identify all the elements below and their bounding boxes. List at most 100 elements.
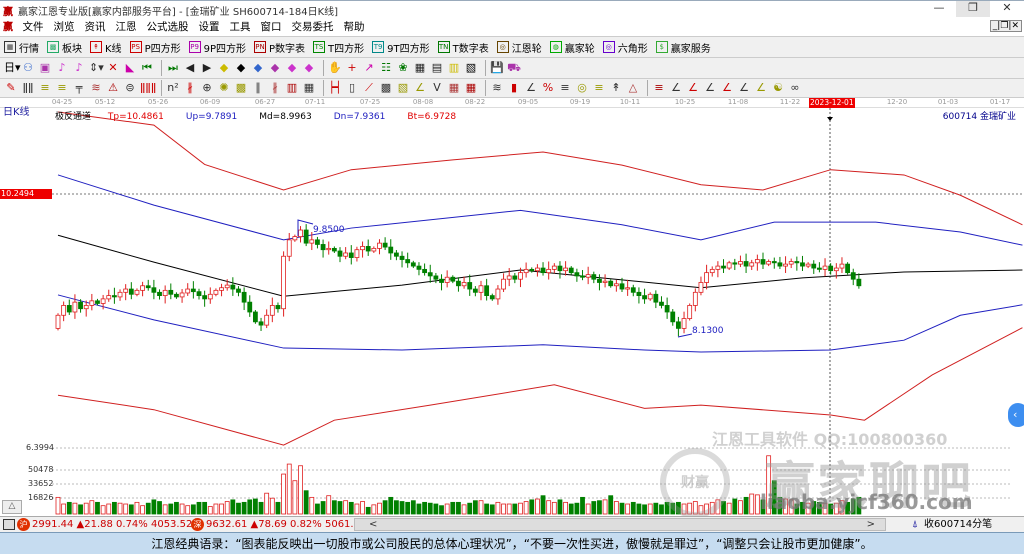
tick-detail-icon: ⍋ (912, 519, 918, 530)
volume-bar (444, 503, 450, 515)
candle-body (185, 288, 191, 294)
candle-body (551, 265, 557, 270)
volume-bar (281, 473, 287, 515)
volume-bar (140, 505, 146, 515)
volume-bar (219, 503, 224, 515)
volume-tick: 16826 (28, 493, 54, 502)
horizontal-scrollbar[interactable]: < > (354, 518, 886, 531)
candle-body (676, 321, 681, 329)
volume-bar (439, 505, 444, 515)
indicator-param: Md=8.9963 (259, 112, 312, 122)
candle-body (563, 267, 568, 272)
volume-bar (213, 503, 219, 515)
volume-bar (55, 496, 61, 515)
quote-banner: 江恩经典语录：“图表能反映出一切股市或公司股民的总体心理状况”，“不要一次性买进… (0, 532, 1024, 554)
candle-body (732, 262, 738, 265)
candle-body (427, 272, 433, 277)
high-price-label: 9.8500 (313, 225, 345, 235)
candle-body (817, 267, 822, 270)
volume-bar (331, 500, 337, 515)
volume-bar (207, 506, 213, 515)
volume-bar (185, 505, 191, 515)
cursor-date-tag: 2023-12-01 (809, 98, 855, 108)
candle-body (619, 283, 625, 290)
indicator-legend: 极反通道 Tp=10.4861 Up=9.7891 Md=8.9963 Dn=7.93… (55, 109, 478, 122)
candle-body (405, 259, 411, 264)
volume-bar (489, 504, 495, 515)
volume-bar (512, 503, 518, 515)
candle-body (410, 262, 416, 267)
volume-bar (151, 499, 157, 515)
volume-bar (252, 498, 258, 515)
band-line-tp (57, 111, 1023, 226)
volume-bar (427, 502, 433, 515)
candle-body (822, 265, 828, 270)
candle-body (168, 289, 174, 295)
candle-body (670, 311, 676, 323)
volume-bar (78, 504, 83, 515)
volume-bar (72, 502, 78, 515)
candle-body (123, 288, 129, 293)
candle-body (95, 300, 100, 304)
candle-body (224, 284, 230, 289)
tick-detail-link[interactable]: 收600714分笔 (924, 517, 992, 532)
volume-bar (580, 496, 585, 515)
volume-bar (551, 501, 557, 515)
candle-body (377, 242, 382, 249)
candle-body (845, 263, 850, 274)
volume-bar (315, 503, 320, 515)
candle-body (252, 311, 258, 323)
candle-body (286, 239, 292, 257)
candle-body (55, 314, 61, 329)
volume-bar (585, 503, 591, 515)
candle-body (608, 280, 614, 287)
candle-body (456, 280, 461, 287)
indicator-param: Tp=10.4861 (107, 112, 164, 122)
volume-bar (371, 504, 377, 515)
calculator-icon[interactable] (3, 519, 15, 530)
candle-body (653, 293, 659, 303)
volume-bar (613, 501, 619, 515)
sh-index-quote: 2991.44 ▲21.88 0.74% 4053.52亿 (32, 519, 203, 530)
candle-body (777, 262, 783, 267)
candle-body (523, 268, 529, 274)
candle-body (630, 287, 636, 293)
candle-body (754, 259, 760, 264)
candle-body (66, 305, 72, 313)
volume-bar (309, 496, 315, 515)
candle-body (326, 247, 332, 251)
collapse-panel-button[interactable]: △ (2, 500, 22, 514)
volume-bar (298, 465, 303, 515)
bottom-price-label: 6.3994 (26, 443, 54, 452)
candle-body (388, 246, 394, 254)
candle-body (343, 252, 349, 257)
volume-bar (647, 503, 653, 515)
candle-body (354, 249, 360, 258)
volume-bar (557, 499, 563, 515)
side-panel-toggle[interactable]: ‹ (1008, 403, 1024, 427)
volume-bar (456, 501, 461, 515)
volume-bar (360, 501, 365, 515)
candle-body (535, 267, 540, 272)
sz-index-badge: 深 (191, 518, 204, 531)
volume-bar (461, 504, 467, 515)
volume-bar (134, 501, 140, 515)
candle-body (833, 267, 839, 272)
candle-body (805, 263, 811, 267)
volume-bar (597, 500, 602, 515)
volume-bar (264, 492, 270, 515)
volume-bar (230, 499, 236, 515)
scroll-left-button[interactable]: < (369, 517, 377, 532)
candle-body (247, 301, 253, 313)
candle-body (512, 275, 518, 280)
candle-body (269, 305, 275, 316)
candle-body (303, 229, 309, 244)
candle-body (439, 278, 444, 283)
candle-body (766, 261, 772, 265)
candle-body (743, 261, 749, 267)
volume-bar (529, 499, 535, 515)
scroll-right-button[interactable]: > (867, 517, 875, 532)
candle-body (281, 255, 287, 310)
volume-bar (365, 506, 371, 515)
volume-bar (258, 501, 264, 515)
